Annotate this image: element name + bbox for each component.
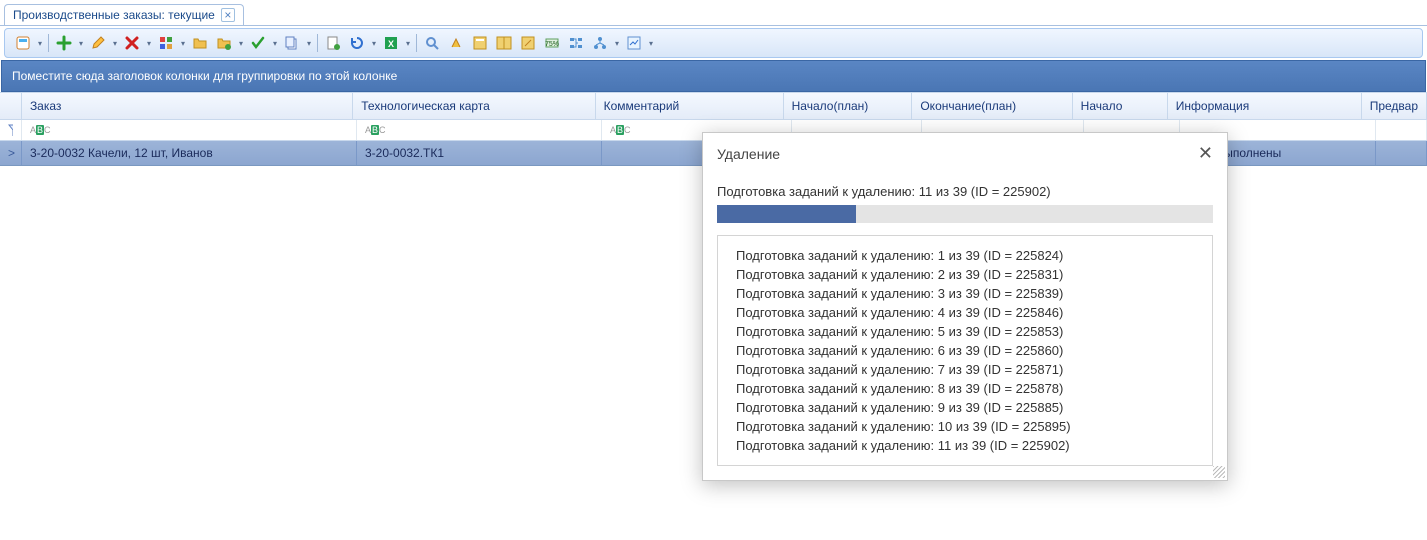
log-line: Подготовка заданий к удалению: 2 из 39 (…: [736, 265, 1194, 284]
toolbar: ▾ ▾ ▾ ▾ ▾ ▾ ▾ ▾ ▾ X ▾ 75% ▾ ▾: [4, 28, 1423, 58]
form1-button[interactable]: [469, 32, 491, 54]
tab-bar: Производственные заказы: текущие ×: [0, 0, 1427, 26]
chart-button[interactable]: [623, 32, 645, 54]
funnel-icon: [8, 124, 13, 136]
folder-new-button[interactable]: [213, 32, 235, 54]
tab-active[interactable]: Производственные заказы: текущие ×: [4, 4, 244, 25]
refresh-dropdown[interactable]: ▾: [369, 39, 379, 48]
dialog-header: Удаление ✕: [703, 133, 1227, 174]
copy-button[interactable]: [281, 32, 303, 54]
tab-title: Производственные заказы: текущие: [13, 8, 215, 22]
cell-prev: [1376, 141, 1427, 165]
column-tech[interactable]: Технологическая карта: [353, 93, 595, 119]
abc-filter-icon: ABC: [610, 125, 631, 135]
column-start[interactable]: Начало: [1073, 93, 1168, 119]
abc-filter-icon: ABC: [365, 125, 386, 135]
progress-text: Подготовка заданий к удалению: 11 из 39 …: [717, 184, 1213, 199]
row-marker: >: [0, 141, 22, 165]
filter-tech[interactable]: ABC: [357, 120, 602, 140]
log-line: Подготовка заданий к удалению: 8 из 39 (…: [736, 379, 1194, 398]
dialog-title: Удаление: [717, 146, 780, 162]
log-line: Подготовка заданий к удалению: 6 из 39 (…: [736, 341, 1194, 360]
copy-dropdown[interactable]: ▾: [304, 39, 314, 48]
form3-button[interactable]: [517, 32, 539, 54]
log-line: Подготовка заданий к удалению: 5 из 39 (…: [736, 322, 1194, 341]
log-line: Подготовка заданий к удалению: 7 из 39 (…: [736, 360, 1194, 379]
folder-dropdown[interactable]: ▾: [236, 39, 246, 48]
progress-fill: [717, 205, 856, 223]
filter-indicator[interactable]: [0, 120, 22, 140]
document-new-button[interactable]: [322, 32, 344, 54]
group-by-bar[interactable]: Поместите сюда заголовок колонки для гру…: [1, 60, 1426, 92]
chart-dropdown[interactable]: ▾: [646, 39, 656, 48]
add-button[interactable]: [53, 32, 75, 54]
add-dropdown[interactable]: ▾: [76, 39, 86, 48]
log-line: Подготовка заданий к удалению: 11 из 39 …: [736, 436, 1194, 455]
dialog-close-button[interactable]: ✕: [1198, 143, 1213, 164]
check-button[interactable]: [247, 32, 269, 54]
filter-order[interactable]: ABC: [22, 120, 357, 140]
excel-dropdown[interactable]: ▾: [403, 39, 413, 48]
edit-dropdown[interactable]: ▾: [110, 39, 120, 48]
row-selector-header[interactable]: [0, 93, 22, 119]
filter-prev[interactable]: [1376, 120, 1427, 140]
percent-button[interactable]: 75%: [541, 32, 563, 54]
column-prev[interactable]: Предвар: [1362, 93, 1427, 119]
abc-filter-icon: ABC: [30, 125, 51, 135]
notes-button[interactable]: [12, 32, 34, 54]
log-line: Подготовка заданий к удалению: 9 из 39 (…: [736, 398, 1194, 417]
hierarchy-button[interactable]: [589, 32, 611, 54]
form2-button[interactable]: [493, 32, 515, 54]
log-line: Подготовка заданий к удалению: 4 из 39 (…: [736, 303, 1194, 322]
refresh-button[interactable]: [346, 32, 368, 54]
svg-text:X: X: [388, 39, 394, 49]
modules-dropdown[interactable]: ▾: [178, 39, 188, 48]
log-line: Подготовка заданий к удалению: 3 из 39 (…: [736, 284, 1194, 303]
column-comment[interactable]: Комментарий: [596, 93, 784, 119]
column-start-plan[interactable]: Начало(план): [784, 93, 913, 119]
cell-tech: 3-20-0032.ТК1: [357, 141, 602, 165]
column-end-plan[interactable]: Окончание(план): [912, 93, 1072, 119]
svg-text:75%: 75%: [545, 41, 559, 48]
cell-order: 3-20-0032 Качели, 12 шт, Иванов: [22, 141, 357, 165]
progress-bar: [717, 205, 1213, 223]
log-box: Подготовка заданий к удалению: 1 из 39 (…: [717, 235, 1213, 466]
delete-dialog: Удаление ✕ Подготовка заданий к удалению…: [702, 132, 1228, 481]
grid-header: Заказ Технологическая карта Комментарий …: [0, 92, 1427, 120]
edit-button[interactable]: [87, 32, 109, 54]
modules-button[interactable]: [155, 32, 177, 54]
delete-button[interactable]: [121, 32, 143, 54]
delete-dropdown[interactable]: ▾: [144, 39, 154, 48]
highlight-button[interactable]: [445, 32, 467, 54]
dialog-resize-handle[interactable]: [1213, 466, 1225, 478]
check-dropdown[interactable]: ▾: [270, 39, 280, 48]
excel-button[interactable]: X: [380, 32, 402, 54]
column-order[interactable]: Заказ: [22, 93, 353, 119]
log-line: Подготовка заданий к удалению: 10 из 39 …: [736, 417, 1194, 436]
search-button[interactable]: [421, 32, 443, 54]
tab-close-button[interactable]: ×: [221, 8, 235, 22]
tree-button[interactable]: [565, 32, 587, 54]
column-info[interactable]: Информация: [1168, 93, 1362, 119]
folder-open-button[interactable]: [189, 32, 211, 54]
log-line: Подготовка заданий к удалению: 1 из 39 (…: [736, 246, 1194, 265]
hierarchy-dropdown[interactable]: ▾: [612, 39, 622, 48]
notes-dropdown[interactable]: ▾: [35, 39, 45, 48]
